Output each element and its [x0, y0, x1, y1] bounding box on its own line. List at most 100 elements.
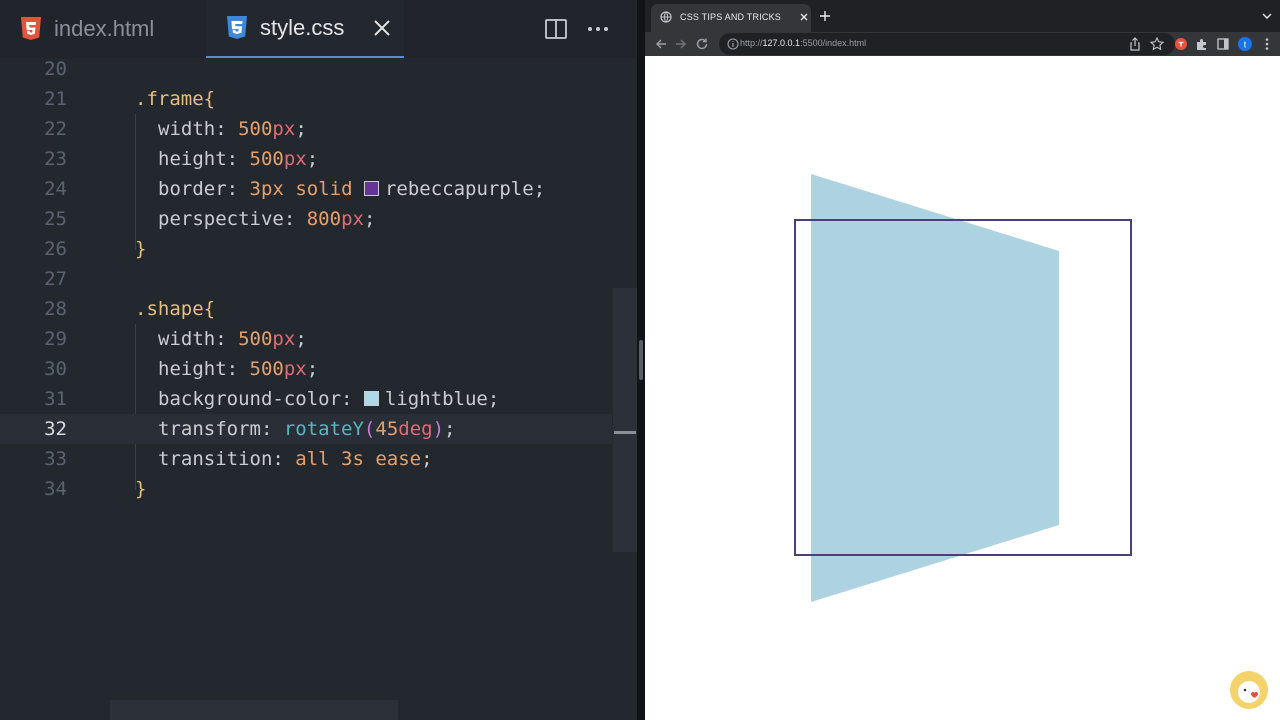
- color-swatch[interactable]: [363, 391, 379, 406]
- editor-tab-bar: index.html style.css: [0, 0, 637, 58]
- line-number: 21: [44, 88, 67, 110]
- close-icon[interactable]: [370, 16, 394, 40]
- code-line[interactable]: 34 }: [0, 474, 612, 504]
- side-panel-icon[interactable]: [1215, 36, 1231, 52]
- html5-icon: [21, 17, 41, 40]
- chevron-down-icon[interactable]: [1261, 10, 1273, 22]
- code-line[interactable]: 29 width: 500px;: [0, 324, 612, 354]
- css-unit: px: [272, 328, 296, 350]
- back-icon[interactable]: [653, 36, 669, 52]
- css-property: height: [158, 148, 227, 170]
- code-line[interactable]: 33 transition: all 3s ease;: [0, 444, 612, 474]
- css-selector: .frame: [135, 88, 204, 110]
- css-number: 800: [306, 208, 342, 230]
- scrollbar-cursor-marker: [614, 431, 636, 434]
- line-number: 30: [44, 358, 67, 380]
- line-number: 24: [44, 178, 67, 200]
- css-number: 500: [238, 118, 273, 140]
- css-function: rotateY: [283, 418, 364, 440]
- split-divider-handle[interactable]: [639, 340, 643, 380]
- css-property: height: [158, 358, 227, 380]
- code-line[interactable]: 25 perspective: 800px;: [0, 204, 612, 234]
- address-bar[interactable]: http://127.0.0.1:5500/index.html: [719, 33, 1175, 55]
- line-number: 20: [44, 58, 67, 80]
- line-number: 25: [44, 208, 67, 230]
- globe-icon: [660, 11, 672, 23]
- line-number: 34: [44, 478, 67, 500]
- browser-toolbar: http://127.0.0.1:5500/index.html t: [645, 32, 1280, 56]
- css-property: width: [158, 118, 216, 140]
- brace: }: [135, 238, 147, 260]
- more-actions-icon[interactable]: [586, 17, 610, 41]
- browser-tab-title: CSS TIPS AND TRICKS: [680, 12, 781, 22]
- code-area[interactable]: 20 21 .frame{ 22 width: 500px; 23 height…: [0, 56, 637, 720]
- css-unit: deg: [398, 418, 433, 440]
- code-line[interactable]: 26 }: [0, 234, 612, 264]
- css-selector: .shape: [135, 298, 204, 320]
- code-line[interactable]: 31 background-color: lightblue;: [0, 384, 612, 414]
- reload-icon[interactable]: [694, 36, 710, 52]
- code-line[interactable]: 30 height: 500px;: [0, 354, 612, 384]
- new-tab-icon[interactable]: [819, 10, 831, 22]
- code-line[interactable]: 21 .frame{: [0, 84, 612, 114]
- line-number: 29: [44, 328, 67, 350]
- close-tab-icon[interactable]: [799, 12, 809, 22]
- code-line[interactable]: 23 height: 500px;: [0, 144, 612, 174]
- frame-box: [794, 219, 1132, 556]
- browser-tab-strip: CSS TIPS AND TRICKS: [645, 0, 1280, 32]
- forward-icon[interactable]: [673, 36, 689, 52]
- css-property: border: [158, 178, 227, 200]
- code-line[interactable]: 28 .shape{: [0, 294, 612, 324]
- css-unit: px: [272, 118, 296, 140]
- page-viewport[interactable]: [645, 56, 1280, 720]
- mascot-logo-icon: [1230, 671, 1268, 709]
- css-number: 500: [238, 328, 273, 350]
- css-property: width: [158, 328, 216, 350]
- line-number: 31: [44, 388, 67, 410]
- tab-style-css[interactable]: style.css: [206, 0, 404, 58]
- share-icon[interactable]: [1127, 36, 1143, 52]
- line-number: 32: [44, 418, 67, 440]
- css-property: background-color: [158, 388, 342, 410]
- code-line[interactable]: 20: [0, 54, 612, 84]
- css3-icon: [227, 16, 247, 39]
- css-value: all 3s ease: [295, 448, 422, 470]
- line-number: 22: [44, 118, 67, 140]
- css-unit: px: [283, 148, 307, 170]
- line-number: 33: [44, 448, 67, 470]
- code-line[interactable]: 24 border: 3px solid rebeccapurple;: [0, 174, 612, 204]
- css-property: transition: [158, 448, 273, 470]
- profile-avatar-icon[interactable]: t: [1237, 36, 1253, 52]
- line-number: 27: [44, 268, 67, 290]
- css-value: 3px: [249, 178, 284, 200]
- extension-red-icon[interactable]: [1173, 36, 1189, 52]
- horizontal-scrollbar[interactable]: [110, 700, 398, 720]
- info-icon[interactable]: [727, 38, 739, 50]
- extensions-puzzle-icon[interactable]: [1194, 36, 1210, 52]
- css-number: 500: [249, 358, 284, 380]
- code-editor[interactable]: index.html style.css 20 21 .frame{22 wi…: [0, 0, 637, 720]
- split-editor-icon[interactable]: [544, 17, 568, 41]
- tab-label: style.css: [260, 15, 345, 40]
- tab-index-html[interactable]: index.html: [20, 0, 154, 58]
- brace: {: [203, 88, 216, 110]
- css-number: 500: [249, 148, 284, 170]
- css-property: perspective: [158, 208, 284, 230]
- browser-tab[interactable]: CSS TIPS AND TRICKS: [651, 4, 811, 32]
- url-text[interactable]: http://127.0.0.1:5500/index.html: [740, 38, 866, 48]
- brace: }: [135, 478, 147, 500]
- browser-menu-icon[interactable]: [1259, 36, 1275, 52]
- css-color-name: rebeccapurple: [384, 178, 534, 200]
- line-number: 23: [44, 148, 67, 170]
- line-number: 26: [44, 238, 67, 260]
- code-line[interactable]: 27: [0, 264, 612, 294]
- code-line-active[interactable]: 32 transform: rotateY(45deg);: [0, 414, 612, 444]
- bookmark-star-icon[interactable]: [1149, 36, 1165, 52]
- css-unit: px: [283, 358, 307, 380]
- code-line[interactable]: 22 width: 500px;: [0, 114, 612, 144]
- browser-window: CSS TIPS AND TRICKS http://127.0.0.1:550…: [645, 0, 1280, 720]
- css-property: transform: [158, 418, 261, 440]
- color-swatch[interactable]: [363, 181, 379, 196]
- vertical-scrollbar[interactable]: [613, 288, 637, 552]
- css-unit: px: [341, 208, 364, 230]
